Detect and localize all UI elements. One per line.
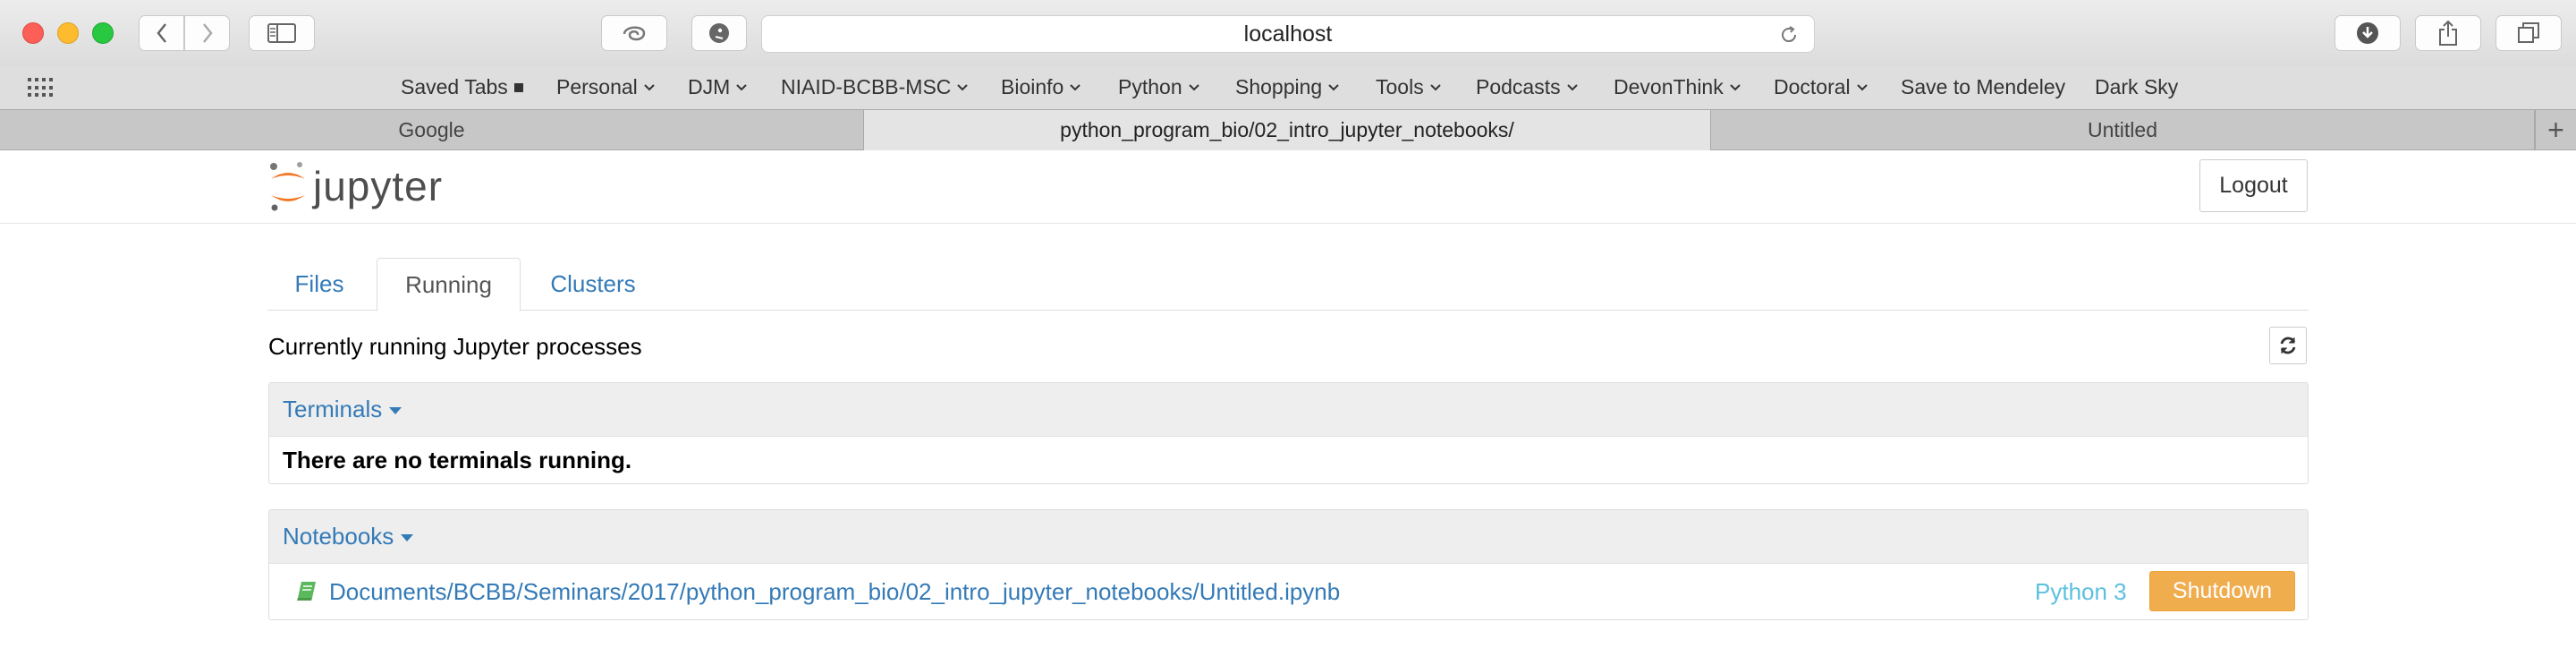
chevron-down-icon [1328, 83, 1339, 90]
bookmark-python[interactable]: Python [1118, 75, 1199, 99]
terminals-empty-message: There are no terminals running. [283, 446, 632, 473]
caret-down-icon [389, 407, 402, 414]
tab-overview-button[interactable] [2496, 15, 2562, 51]
share-button[interactable] [2415, 15, 2481, 51]
downloads-button[interactable] [2334, 15, 2401, 51]
zoom-window-button[interactable] [92, 22, 114, 44]
chevron-down-icon [736, 83, 747, 90]
running-processes-title: Currently running Jupyter processes [268, 333, 642, 360]
minimize-window-button[interactable] [57, 22, 79, 44]
spiral-icon [623, 26, 646, 41]
tab-notebook-directory[interactable]: python_program_bio/02_intro_jupyter_note… [864, 110, 1711, 150]
reload-icon[interactable] [1778, 24, 1800, 46]
chevron-down-icon [1070, 83, 1081, 90]
bookmark-podcasts[interactable]: Podcasts [1476, 75, 1578, 99]
browser-toolbar: localhost [0, 0, 2576, 66]
chevron-down-icon [1188, 83, 1199, 90]
chevron-down-icon [1730, 83, 1741, 90]
notebook-link[interactable]: Documents/BCBB/Seminars/2017/python_prog… [329, 578, 1340, 606]
bookmark-niaid-bcbb-msc[interactable]: NIAID-BCBB-MSC [781, 75, 969, 99]
bookmark-tools[interactable]: Tools [1376, 75, 1441, 99]
browser-tab-bar: Google python_program_bio/02_intro_jupyt… [0, 109, 2576, 150]
bookmark-dark-sky[interactable]: Dark Sky [2095, 75, 2178, 99]
terminals-panel: Terminals There are no terminals running… [268, 382, 2309, 484]
sidebar-icon [267, 23, 296, 43]
kernel-name: Python 3 [2035, 578, 2127, 605]
bookmark-doctoral[interactable]: Doctoral [1774, 75, 1868, 99]
bookmarks-bar: Saved Tabs Personal DJM NIAID-BCBB-MSC B… [0, 66, 2576, 109]
refresh-icon [2280, 337, 2296, 354]
jupyter-header: jupyter Logout [0, 150, 2576, 224]
shutdown-button[interactable]: Shutdown [2149, 571, 2295, 611]
forward-button[interactable] [184, 15, 230, 51]
bookmark-djm[interactable]: DJM [688, 75, 747, 99]
tab-files[interactable]: Files [267, 258, 371, 311]
chevron-left-icon [156, 23, 166, 43]
chevron-down-icon [644, 83, 655, 90]
chevron-down-icon [1566, 83, 1578, 90]
list-item: Documents/BCBB/Seminars/2017/python_prog… [269, 564, 2308, 619]
bookmark-saved-tabs[interactable]: Saved Tabs [401, 75, 523, 99]
jupyter-logo-icon [270, 162, 305, 211]
notebooks-heading[interactable]: Notebooks [269, 510, 2308, 564]
chevron-down-icon [1856, 83, 1868, 90]
apps-grid-icon[interactable] [28, 78, 53, 98]
notebook-icon [297, 582, 316, 601]
chevron-down-icon [1429, 83, 1441, 90]
jupyter-logo[interactable]: jupyter [268, 161, 443, 211]
bookmark-personal[interactable]: Personal [556, 75, 655, 99]
tab-google[interactable]: Google [0, 110, 864, 150]
bookmark-devonthink[interactable]: DevonThink [1614, 75, 1741, 99]
terminals-heading[interactable]: Terminals [269, 383, 2308, 437]
extension-button[interactable] [601, 15, 667, 51]
duckduckgo-icon [709, 23, 729, 43]
address-text: localhost [1243, 21, 1333, 47]
square-icon [513, 82, 523, 92]
plus-icon: + [2547, 114, 2564, 146]
notebooks-panel: Notebooks Documents/BCBB/Seminars/2017/p… [268, 509, 2309, 620]
tab-untitled[interactable]: Untitled [1711, 110, 2535, 150]
refresh-button[interactable] [2269, 327, 2307, 364]
bookmark-shopping[interactable]: Shopping [1235, 75, 1339, 99]
jupyter-tabs: Files Running Clusters [267, 258, 2309, 311]
new-tab-button[interactable]: + [2535, 110, 2576, 150]
chevron-down-icon [957, 83, 969, 90]
bookmark-bioinfo[interactable]: Bioinfo [1001, 75, 1081, 99]
tab-running[interactable]: Running [377, 258, 521, 311]
address-bar[interactable]: localhost [761, 15, 1815, 53]
share-icon [2439, 20, 2457, 46]
logout-button[interactable]: Logout [2199, 159, 2308, 212]
jupyter-logo-text: jupyter [313, 163, 444, 209]
privacy-extension-button[interactable] [691, 15, 747, 51]
chevron-right-icon [202, 23, 213, 43]
tabs-icon [2518, 22, 2539, 43]
tab-clusters[interactable]: Clusters [525, 258, 661, 311]
download-icon [2357, 22, 2378, 44]
caret-down-icon [401, 534, 414, 541]
bookmark-save-to-mendeley[interactable]: Save to Mendeley [1901, 75, 2065, 99]
back-button[interactable] [139, 15, 184, 51]
close-window-button[interactable] [22, 22, 44, 44]
sidebar-toggle-button[interactable] [249, 15, 315, 51]
